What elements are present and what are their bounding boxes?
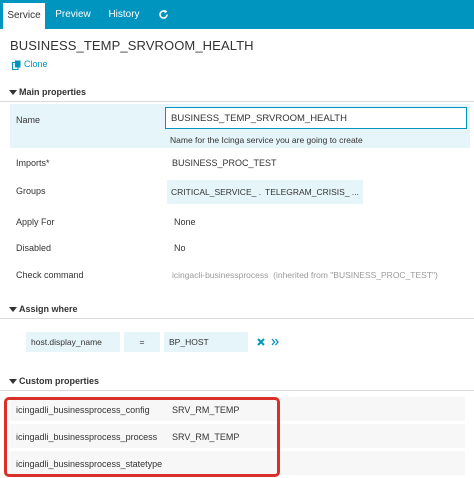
double-chevron-right-icon[interactable] [271,338,279,346]
assign-column-select[interactable]: host.display_name [26,332,120,352]
disabled-select[interactable]: No [174,243,186,253]
refresh-icon [159,9,168,19]
assign-where-heading: Assign where [19,304,78,314]
name-label: Name [16,115,41,125]
page-title: BUSINESS_TEMP_SRVROOM_HEALTH [10,38,254,53]
tab-service[interactable]: Service [3,0,45,29]
remove-x-icon[interactable] [257,338,265,346]
tab-bar: Service Preview History [0,0,474,29]
custom-property-label: icingadli_businessprocess_process [16,432,158,442]
name-hint: Name for the Icinga service you are goin… [170,135,363,145]
assign-operator-select[interactable]: = [124,332,160,352]
main-properties-heading: Main properties [19,87,87,97]
custom-properties-header[interactable]: Custom properties [0,374,474,391]
refresh-tab[interactable] [152,0,174,29]
group-chip-critical-service[interactable]: CRITICAL_SERVICE_ ... [167,180,270,204]
clone-icon [12,60,21,70]
custom-property-value[interactable]: SRV_RM_TEMP [172,432,239,442]
imports-label: Imports* [16,158,50,168]
check-command-name: icingacli-businessprocess [172,270,269,280]
tab-preview[interactable]: Preview [51,0,95,29]
tab-history[interactable]: History [101,0,147,29]
clone-link[interactable]: Clone [12,58,48,70]
custom-property-label: icingadli_businessprocess_config [16,405,150,415]
apply-for-label: Apply For [16,217,55,227]
custom-property-value[interactable]: SRV_RM_TEMP [172,405,239,415]
collapse-triangle-icon [9,90,17,95]
collapse-triangle-icon [9,307,17,312]
name-input[interactable] [165,107,467,129]
custom-property-label: icingadli_businessprocess_statetype [16,459,163,469]
clone-label: Clone [24,59,48,69]
check-command-inherited: (inherited from "BUSINESS_PROC_TEST") [273,270,438,280]
custom-properties-heading: Custom properties [19,376,100,386]
check-command-value[interactable]: icingacli-businessprocess (inherited fro… [172,270,438,280]
collapse-triangle-icon [9,379,17,384]
disabled-label: Disabled [16,243,52,253]
group-chip-telegram-crisis[interactable]: TELEGRAM_CRISIS_ ... [261,180,363,204]
assign-where-header[interactable]: Assign where [0,302,474,319]
groups-label: Groups [16,186,46,196]
imports-value[interactable]: BUSINESS_PROC_TEST [172,158,277,168]
check-command-label: Check command [16,270,84,280]
apply-for-select[interactable]: None [174,217,196,227]
assign-value-input[interactable]: BP_HOST [164,332,248,352]
main-properties-header[interactable]: Main properties [0,85,474,102]
